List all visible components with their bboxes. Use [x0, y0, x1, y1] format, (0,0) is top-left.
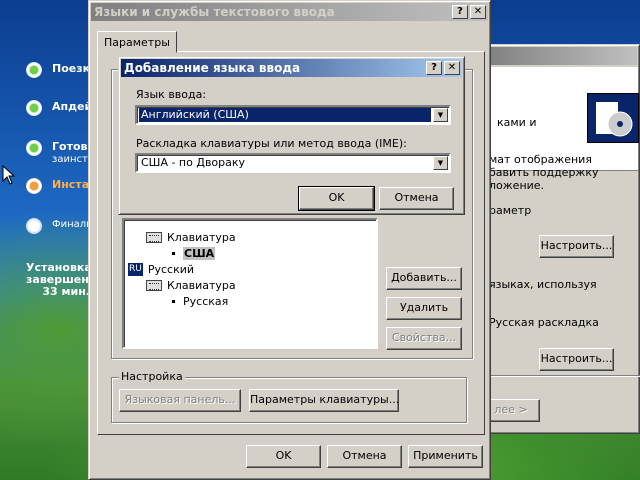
input-language-dropdown[interactable]: Английский (США) ▼ [135, 105, 451, 125]
tab-settings[interactable]: Параметры [97, 31, 177, 53]
mouse-pointer-icon [2, 165, 16, 185]
help-button[interactable]: ? [426, 61, 442, 75]
tree-keyboard-node[interactable]: Клавиатура [146, 230, 236, 245]
wizard-header-text: ками и [497, 116, 537, 129]
tree-label: Клавиатура [167, 279, 236, 292]
step-current-icon [26, 178, 42, 194]
tree-layout-item-russian[interactable]: Русская [172, 294, 228, 309]
keyboard-layout-label: Раскладка клавиатуры или метод ввода (IM… [136, 137, 407, 150]
step-done-icon [26, 140, 42, 156]
close-button[interactable]: ✕ [444, 61, 460, 75]
ok-button[interactable]: OK [246, 445, 321, 468]
wizard-text: бавить поддержку [489, 166, 599, 179]
preferences-group-label: Настройка [119, 370, 185, 383]
close-button[interactable]: ✕ [470, 5, 486, 19]
tree-language-russian[interactable]: RU Русский [128, 262, 194, 277]
input-language-label: Язык ввода: [136, 88, 207, 101]
dropdown-value: Английский (США) [139, 108, 431, 122]
cancel-button[interactable]: Отмена [327, 445, 402, 468]
customize-regional-button[interactable]: Настроить... [539, 235, 614, 258]
bullet-icon [172, 300, 175, 303]
dialog-title: Добавление языка ввода [124, 61, 301, 75]
wizard-text: мат отображения [489, 153, 592, 166]
wizard-titlebar [486, 47, 637, 65]
installed-services-list[interactable]: Клавиатура США RU Русский Клавиатура Рус… [122, 218, 378, 349]
regional-options-wizard-window: ками и мат отображения бавить поддержку … [482, 44, 640, 434]
keyboard-icon [146, 280, 162, 291]
cancel-button[interactable]: Отмена [379, 187, 454, 210]
properties-button[interactable]: Свойства... [386, 327, 462, 350]
add-button[interactable]: Добавить... [386, 267, 462, 290]
language-code-badge: RU [128, 263, 143, 276]
tree-keyboard-node[interactable]: Клавиатура [146, 278, 236, 293]
apply-button[interactable]: Применить [408, 445, 483, 468]
wizard-text: ложение. [489, 179, 545, 192]
tree-label: Русская [183, 295, 229, 308]
ok-button[interactable]: OK [298, 186, 375, 211]
tree-layout-item-us[interactable]: США [172, 246, 216, 261]
dropdown-arrow-icon[interactable]: ▼ [433, 156, 448, 170]
dialog-title: Языки и службы текстового ввода [94, 5, 335, 19]
customize-text-input-button[interactable]: Настроить... [539, 348, 614, 371]
tree-label: США [183, 247, 216, 260]
key-settings-button[interactable]: Параметры клавиатуры... [249, 389, 399, 412]
wizard-text: Русская раскладка [489, 316, 599, 329]
tree-label: Клавиатура [167, 231, 236, 244]
dialog-titlebar: Добавление языка ввода ? ✕ [121, 59, 462, 77]
step-pending-icon [26, 218, 42, 234]
dialog-titlebar: Языки и службы текстового ввода ? ✕ [91, 3, 488, 21]
bullet-icon [172, 252, 175, 255]
setup-box-icon [587, 93, 639, 143]
estimate-line: 33 мин. [42, 285, 90, 298]
add-input-language-dialog: Добавление языка ввода ? ✕ Язык ввода: А… [118, 56, 465, 215]
remove-button[interactable]: Удалить [386, 297, 462, 320]
step-done-icon [26, 62, 42, 78]
step-done-icon [26, 100, 42, 116]
tree-label: Русский [147, 263, 195, 276]
divider [483, 375, 640, 376]
language-bar-button[interactable]: Языковая панель... [119, 389, 241, 412]
help-button[interactable]: ? [452, 5, 468, 19]
keyboard-layout-dropdown[interactable]: США - по Двораку ▼ [135, 153, 451, 173]
keyboard-icon [146, 232, 162, 243]
dropdown-arrow-icon[interactable]: ▼ [433, 108, 448, 122]
setup-time-estimate: Установка завершена 33 мин. [26, 262, 90, 298]
dropdown-value: США - по Двораку [141, 156, 246, 169]
wizard-text: раметр [489, 204, 532, 217]
wizard-text: языках, используя [489, 278, 597, 291]
